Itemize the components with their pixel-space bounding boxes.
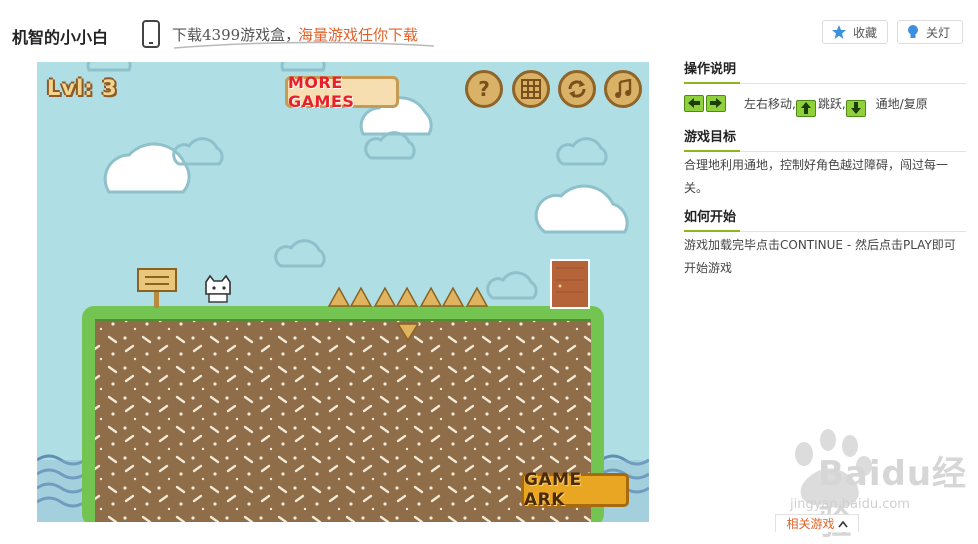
- related-games-tab[interactable]: 相关游戏: [775, 514, 859, 532]
- favorite-button[interactable]: 收藏: [822, 20, 888, 44]
- cloud: [534, 184, 629, 234]
- controls-through-text: 通地/复原: [875, 96, 928, 111]
- goal-title: 游戏目标: [684, 126, 966, 152]
- down-arrow-key-icon: [845, 99, 866, 117]
- info-panel: 操作说明 左右移动, 跳跃, 通地/复原 游戏目标 合理地利用通地，控制好角色越…: [684, 58, 966, 280]
- up-arrow-key-icon: [795, 99, 816, 117]
- level-indicator: Lvl: 3: [47, 76, 118, 100]
- bulb-icon: [908, 25, 918, 38]
- favorite-label: 收藏: [853, 25, 878, 40]
- game-ark-button[interactable]: GAME ARK: [521, 470, 629, 510]
- more-games-button[interactable]: MORE GAMES: [285, 73, 399, 111]
- lights-off-button[interactable]: 关灯: [897, 20, 963, 44]
- page-header: 机智的小小白 下载4399游戏盒， 海量游戏任你下载 收藏 关灯: [0, 0, 978, 62]
- cat-character: [205, 274, 231, 303]
- level-select-icon: [521, 79, 541, 99]
- controls-row: 左右移动, 跳跃, 通地/复原: [684, 86, 966, 120]
- restart-button[interactable]: [558, 70, 596, 108]
- restart-icon: [568, 80, 586, 98]
- start-text: 游戏加载完毕点击CONTINUE - 然后点击PLAY即可开始游戏: [684, 238, 956, 275]
- help-button[interactable]: ?: [465, 70, 503, 108]
- game-title: 机智的小小白: [12, 28, 109, 47]
- exit-door: [550, 259, 590, 309]
- related-games-label: 相关游戏: [786, 517, 835, 531]
- game-scene: [37, 62, 649, 522]
- level-select-button[interactable]: [512, 70, 550, 108]
- dirt-block: [95, 320, 591, 522]
- right-arrow-key-icon: [706, 94, 726, 112]
- music-button[interactable]: [604, 70, 642, 108]
- music-icon: [615, 79, 632, 98]
- star-icon: [832, 25, 846, 39]
- swoosh-decoration: [173, 41, 435, 49]
- watermark-url: jingyan.baidu.com: [790, 497, 910, 512]
- cloud: [103, 142, 191, 194]
- help-icon: ?: [478, 77, 490, 101]
- left-arrow-key-icon: [684, 94, 704, 112]
- game-canvas[interactable]: Lvl: 3 MORE GAMES ? GAME ARK: [37, 62, 649, 522]
- start-title: 如何开始: [684, 206, 966, 232]
- lights-off-label: 关灯: [926, 25, 951, 40]
- goal-text: 合理地利用通地，控制好角色越过障碍，闯过每一关。: [684, 158, 949, 195]
- spike-row: [327, 286, 489, 307]
- controls-move-text: 左右移动,: [744, 96, 796, 111]
- controls-jump-text: 跳跃,: [817, 96, 846, 111]
- chevron-up-icon: [837, 520, 848, 527]
- phone-icon[interactable]: [140, 20, 162, 48]
- wooden-sign: [137, 268, 177, 308]
- controls-title: 操作说明: [684, 58, 966, 84]
